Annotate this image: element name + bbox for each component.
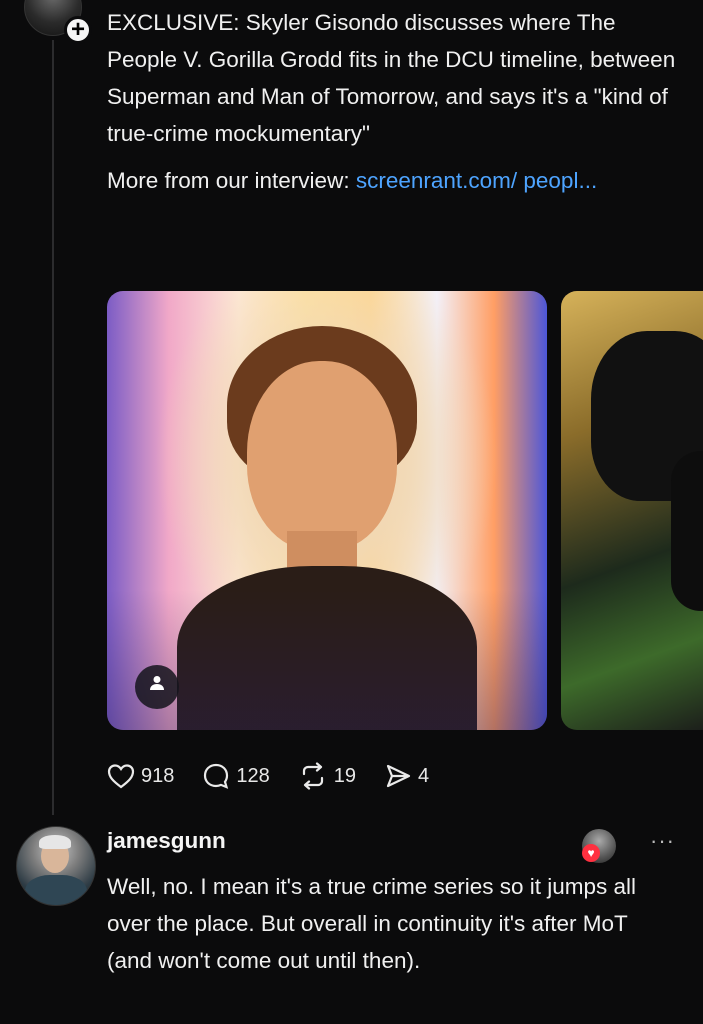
share-count: 4 (418, 764, 430, 787)
image-subject-face (247, 361, 397, 551)
heart-icon (107, 764, 135, 789)
post-image-gorilla[interactable] (561, 291, 703, 730)
thread-line (52, 40, 54, 815)
reply-avatar[interactable] (16, 826, 96, 906)
more-prefix: More from our interview: (107, 168, 356, 193)
reply-username[interactable]: jamesgunn (107, 828, 226, 854)
reply-text: Well, no. I mean it's a true crime serie… (107, 874, 637, 973)
comment-icon (204, 763, 229, 789)
post-image-skyler[interactable] (107, 291, 547, 730)
liked-heart-icon: ♥ (582, 844, 600, 862)
person-icon[interactable] (135, 665, 179, 709)
repost-count: 19 (333, 764, 356, 787)
interview-link[interactable]: screenrant.com/ peopl... (356, 168, 597, 193)
follow-plus-icon[interactable]: + (64, 16, 92, 44)
post-text: EXCLUSIVE: Skyler Gisondo discusses wher… (107, 10, 676, 146)
send-icon (386, 764, 411, 788)
avatar-hair (39, 835, 71, 849)
post-more-line: More from our interview: screenrant.com/… (107, 162, 677, 199)
repost-icon (302, 762, 323, 790)
more-options-icon[interactable]: ··· (650, 828, 675, 854)
like-count: 918 (141, 764, 175, 787)
post-body: EXCLUSIVE: Skyler Gisondo discusses wher… (107, 4, 677, 199)
comment-count: 128 (236, 764, 270, 787)
avatar-suit (25, 875, 87, 905)
share-button[interactable]: 4 (384, 762, 429, 790)
image-gradient-overlay (107, 590, 547, 730)
post-actions: 918 128 19 4 (107, 760, 457, 792)
comment-button[interactable]: 128 (202, 762, 270, 790)
image-gorilla-arm (671, 451, 703, 611)
repost-button[interactable]: 19 (298, 762, 356, 790)
like-button[interactable]: 918 (107, 763, 174, 789)
